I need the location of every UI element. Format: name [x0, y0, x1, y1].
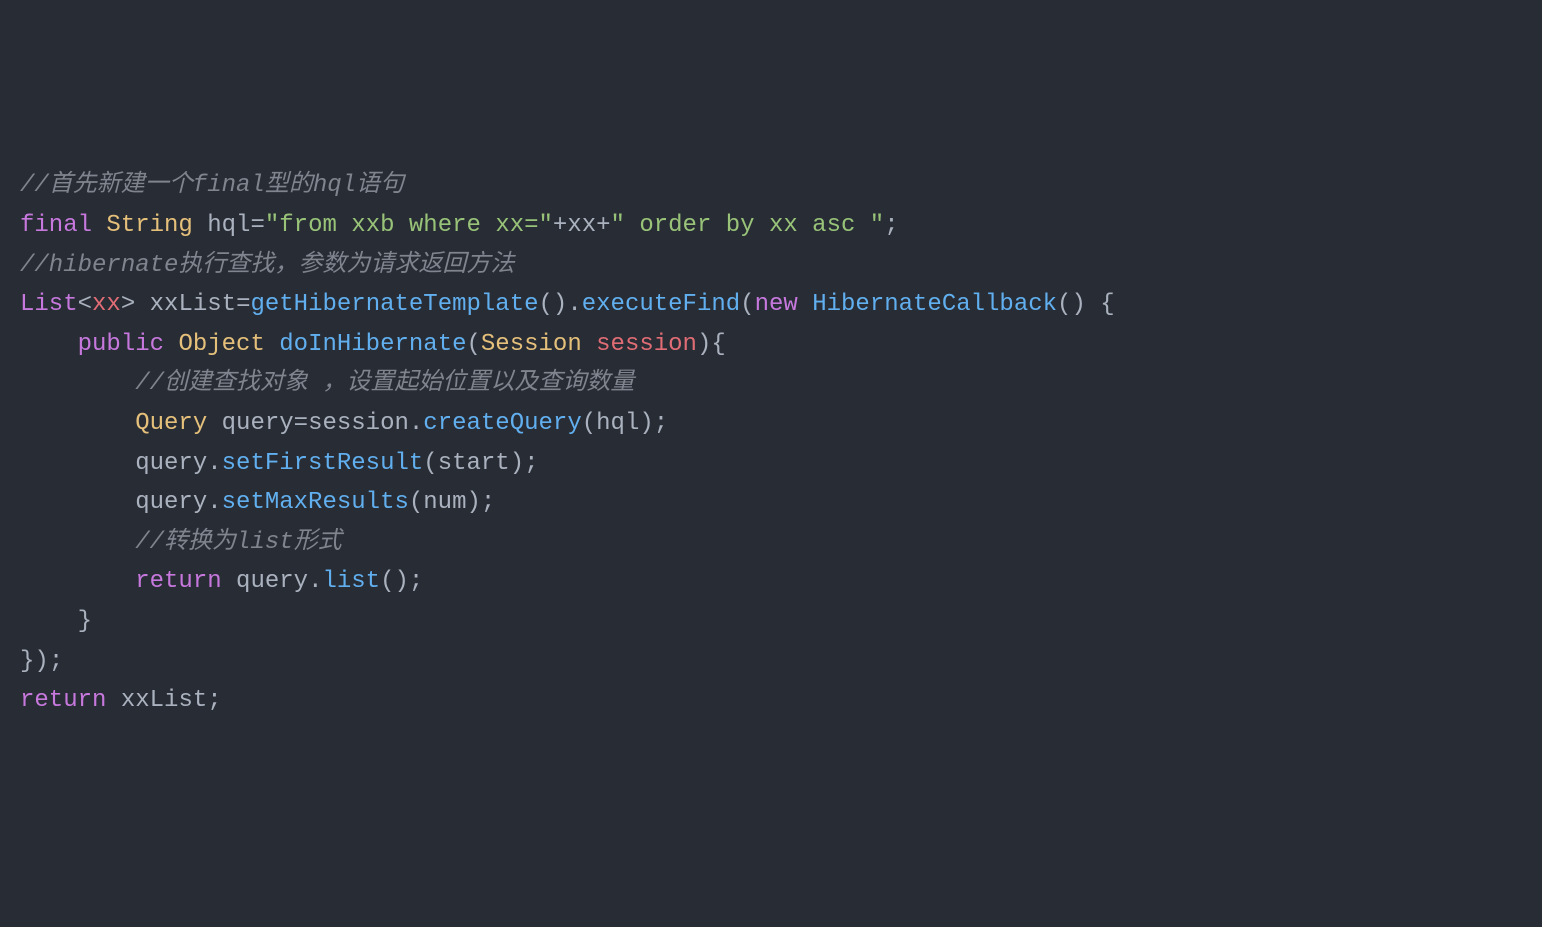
method-setfirstresult: setFirstResult: [222, 450, 424, 477]
code-line-14: return xxList;: [20, 687, 222, 714]
plus: +: [553, 212, 567, 239]
method-gethibernatetemplate: getHibernateTemplate: [250, 291, 538, 318]
dot: .: [409, 410, 423, 437]
type-object: Object: [178, 331, 264, 358]
generic-xx: xx: [92, 291, 121, 318]
code-line-4: List<xx> xxList=getHibernateTemplate().e…: [20, 291, 1115, 318]
dot: .: [567, 291, 581, 318]
comment: //转换为list形式: [135, 529, 341, 556]
semicolon: ;: [409, 568, 423, 595]
dot: .: [207, 450, 221, 477]
keyword-final: final: [20, 212, 92, 239]
class-hibernatecallback: HibernateCallback: [812, 291, 1057, 318]
method-doinhibernate: doInHibernate: [279, 331, 466, 358]
code-line-11: return query.list();: [20, 568, 423, 595]
comment: //首先新建一个final型的hql语句: [20, 172, 404, 199]
plus: +: [596, 212, 610, 239]
method-list: list: [322, 568, 380, 595]
var-xxlist: xxList: [150, 291, 236, 318]
keyword-public: public: [78, 331, 164, 358]
paren-close: ): [697, 331, 711, 358]
code-line-8: query.setFirstResult(start);: [20, 450, 539, 477]
keyword-return: return: [20, 687, 106, 714]
dot: .: [308, 568, 322, 595]
semicolon: ;: [654, 410, 668, 437]
method-createquery: createQuery: [423, 410, 581, 437]
method-setmaxresults: setMaxResults: [222, 489, 409, 516]
paren-open: (: [582, 410, 596, 437]
keyword-new: new: [755, 291, 798, 318]
dot: .: [207, 489, 221, 516]
var-query: query: [236, 568, 308, 595]
var-xxlist: xxList: [121, 687, 207, 714]
var-session: session: [308, 410, 409, 437]
keyword-return: return: [135, 568, 221, 595]
brace-close: }: [78, 608, 92, 635]
code-line-12: }: [20, 608, 92, 635]
code-line-1: //首先新建一个final型的hql语句: [20, 172, 404, 199]
semicolon: ;: [524, 450, 538, 477]
equals: =: [250, 212, 264, 239]
arg-num: num: [423, 489, 466, 516]
type-session: Session: [481, 331, 582, 358]
code-line-7: Query query=session.createQuery(hql);: [20, 410, 668, 437]
angle-close: >: [121, 291, 135, 318]
equals: =: [294, 410, 308, 437]
paren-close: ): [510, 450, 524, 477]
type-string: String: [106, 212, 192, 239]
comment: //创建查找对象 ，设置起始位置以及查询数量: [135, 370, 634, 397]
paren-close: ): [639, 410, 653, 437]
angle-open: <: [78, 291, 92, 318]
var-query: query: [135, 489, 207, 516]
code-line-2: final String hql="from xxb where xx="+xx…: [20, 212, 899, 239]
method-executefind: executeFind: [582, 291, 740, 318]
comment: //hibernate执行查找，参数为请求返回方法: [20, 252, 514, 279]
code-line-10: //转换为list形式: [20, 529, 342, 556]
code-line-3: //hibernate执行查找，参数为请求返回方法: [20, 252, 514, 279]
paren-open: (: [423, 450, 437, 477]
parens: (): [380, 568, 409, 595]
var-hql: hql: [207, 212, 250, 239]
var-xx: xx: [567, 212, 596, 239]
paren-open: (: [740, 291, 754, 318]
paren-open: (: [409, 489, 423, 516]
type-list: List: [20, 291, 78, 318]
type-query: Query: [135, 410, 207, 437]
equals: =: [236, 291, 250, 318]
brace-open: {: [711, 331, 725, 358]
brace-open: {: [1100, 291, 1114, 318]
parens: (): [1057, 291, 1086, 318]
string-literal: "from xxb where xx=": [265, 212, 553, 239]
code-line-13: });: [20, 648, 63, 675]
semicolon: ;: [884, 212, 898, 239]
code-line-9: query.setMaxResults(num);: [20, 489, 495, 516]
code-line-6: //创建查找对象 ，设置起始位置以及查询数量: [20, 370, 634, 397]
paren-close: ): [467, 489, 481, 516]
code-editor: //首先新建一个final型的hql语句 final String hql="f…: [20, 166, 1522, 720]
brace-paren-close: }): [20, 648, 49, 675]
semicolon: ;: [481, 489, 495, 516]
parens: (): [539, 291, 568, 318]
string-literal: " order by xx asc ": [611, 212, 885, 239]
var-query: query: [222, 410, 294, 437]
param-session: session: [596, 331, 697, 358]
code-line-5: public Object doInHibernate(Session sess…: [20, 331, 726, 358]
var-query: query: [135, 450, 207, 477]
paren-open: (: [467, 331, 481, 358]
semicolon: ;: [49, 648, 63, 675]
arg-start: start: [438, 450, 510, 477]
arg-hql: hql: [596, 410, 639, 437]
semicolon: ;: [207, 687, 221, 714]
